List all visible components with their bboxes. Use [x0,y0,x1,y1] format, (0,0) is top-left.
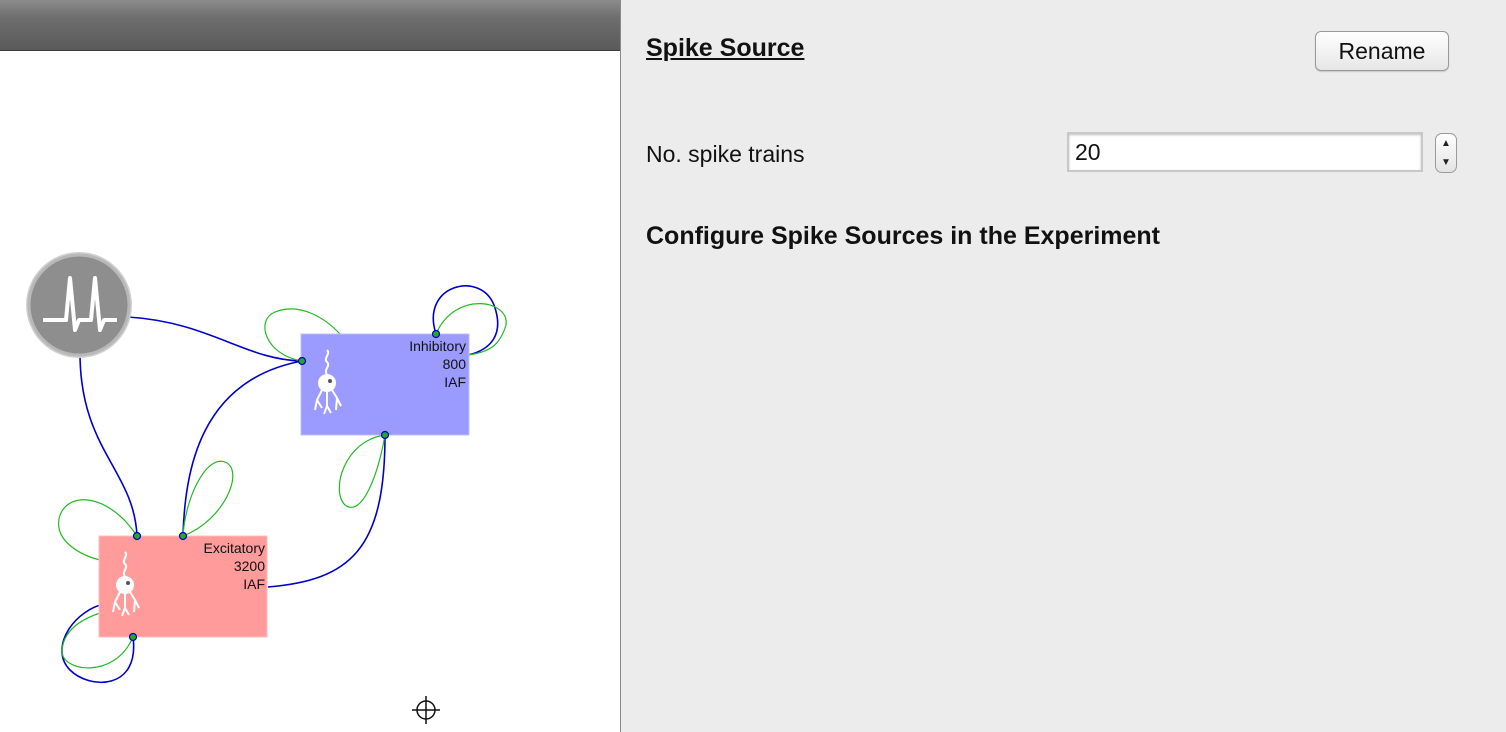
panel-title: Spike Source [646,34,805,62]
inhibitory-name-label: Inhibitory [409,338,466,354]
source-to-excitatory-projection[interactable] [79,352,138,537]
port[interactable] [128,632,138,642]
properties-panel: Spike Source Rename No. spike trains ▲ ▼… [621,0,1506,732]
port[interactable] [297,356,307,366]
inhibitory-model-label: IAF [444,374,466,390]
port[interactable] [132,531,142,541]
stepper-up-icon[interactable]: ▲ [1436,134,1456,153]
port[interactable] [178,531,188,541]
inhibitory-population-node[interactable]: Inhibitory 800 IAF [300,333,470,436]
inhibitory-to-excitatory-projection[interactable] [182,360,303,537]
inhibitory-bottom-loop-green[interactable] [338,434,386,508]
spike-source-node[interactable] [26,252,132,358]
network-diagram: Inhibitory 800 IAF Excitatory 3200 IAF [26,252,507,724]
spike-trains-input[interactable] [1067,132,1423,172]
excitatory-size-label: 3200 [234,558,265,574]
inhibitory-size-label: 800 [443,356,467,372]
network-canvas-pane: Inhibitory 800 IAF Excitatory 3200 IAF [0,0,620,732]
excitatory-to-inhibitory-projection[interactable] [267,434,386,588]
excitatory-population-node[interactable]: Excitatory 3200 IAF [98,535,268,638]
crosshair-icon [412,696,440,724]
rename-button[interactable]: Rename [1315,31,1449,71]
excitatory-model-label: IAF [243,576,265,592]
source-to-inhibitory-projection[interactable] [127,316,303,362]
stepper-down-icon[interactable]: ▼ [1436,153,1456,172]
port[interactable] [380,430,390,440]
configure-heading: Configure Spike Sources in the Experimen… [646,222,1161,250]
spike-trains-stepper[interactable]: ▲ ▼ [1435,133,1457,173]
excitatory-name-label: Excitatory [204,540,265,556]
port[interactable] [431,329,441,339]
spike-trains-label: No. spike trains [646,141,805,167]
